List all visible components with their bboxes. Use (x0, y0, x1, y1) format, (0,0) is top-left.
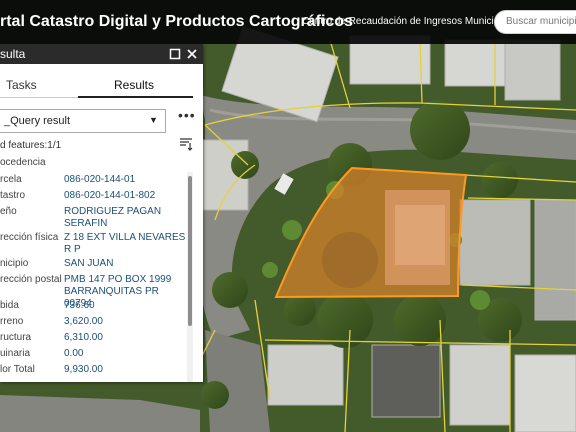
attribute-value: 0.00 (64, 348, 84, 359)
attribute-value: 736.60 (64, 300, 95, 311)
chevron-down-icon: ▼ (149, 115, 158, 125)
layer-select[interactable]: _Query result ▼ (0, 109, 166, 133)
attribute-label: eño (0, 206, 17, 217)
attribute-label: uinaria (0, 348, 31, 359)
maximize-icon[interactable] (168, 46, 182, 61)
attribute-value: 3,620.00 (64, 316, 103, 327)
panel-titlebar[interactable]: sulta (0, 44, 203, 64)
attribute-label: rcela (0, 174, 22, 185)
attribute-label: ocedencia (0, 157, 46, 168)
attribute-label: rección física (0, 232, 59, 243)
tab-results[interactable]: Results (114, 78, 154, 92)
attribute-label: nicipio (0, 258, 29, 269)
attribute-value: 086-020-144-01-802 (64, 190, 156, 201)
attribute-value: Z 18 EXT VILLA NEVARES R P (64, 232, 186, 255)
attribute-label: tastro (0, 190, 26, 201)
app-header: rtal Catastro Digital y Productos Cartog… (0, 0, 576, 44)
sort-icon[interactable] (179, 137, 193, 151)
attribute-label: rección postal (0, 274, 62, 285)
attribute-label: bida (0, 300, 19, 311)
attribute-value: 086-020-144-01 (64, 174, 136, 185)
app-subtitle: Centro de Recaudación de Ingresos Munici… (302, 16, 518, 27)
attribute-value: 9,930.00 (64, 364, 103, 375)
attribute-value: 6,310.00 (64, 332, 103, 343)
active-tab-indicator (78, 96, 193, 98)
layer-select-value: _Query result (4, 115, 71, 127)
attribute-label: ructura (0, 332, 32, 343)
attribute-label: rreno (0, 316, 24, 327)
panel-title: sulta (0, 47, 26, 61)
tab-tasks[interactable]: Tasks (6, 78, 37, 92)
scrollbar-thumb[interactable] (188, 176, 192, 326)
attribute-value: RODRIGUEZ PAGAN SERAFIN (64, 206, 162, 229)
search-input[interactable]: Buscar municipio o (494, 10, 576, 34)
app-title: rtal Catastro Digital y Productos Cartog… (0, 13, 353, 30)
more-options-icon[interactable]: ••• (178, 107, 196, 123)
query-panel: sulta Tasks Results _Query result ▼ ••• … (0, 44, 203, 382)
tab-divider (0, 97, 78, 98)
attribute-label: lor Total (0, 364, 35, 375)
panel-tabs: Tasks Results (0, 64, 203, 98)
close-icon[interactable] (185, 46, 199, 61)
attribute-value: SAN JUAN (64, 258, 114, 269)
features-count: d features:1/1 (0, 140, 62, 151)
